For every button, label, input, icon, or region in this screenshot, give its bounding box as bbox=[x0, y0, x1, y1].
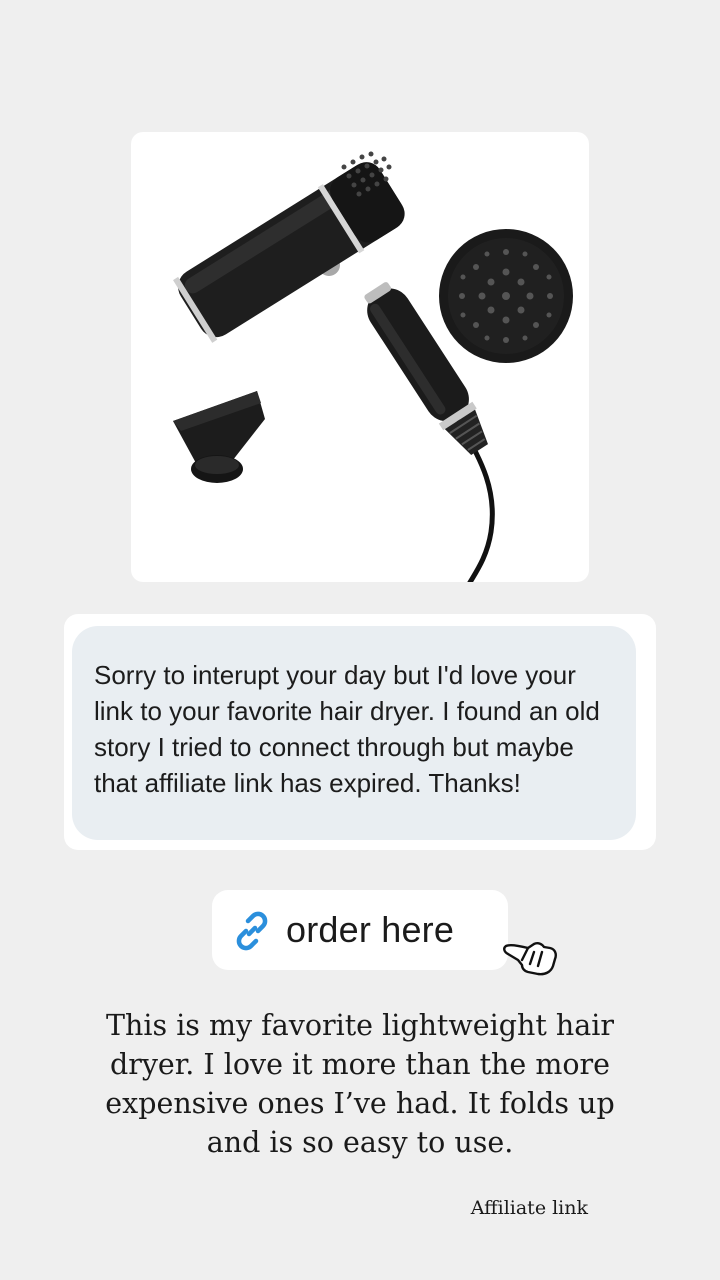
message-bubble: Sorry to interupt your day but I'd love … bbox=[72, 626, 636, 840]
hair-dryer-image bbox=[173, 151, 573, 582]
order-link-sticker[interactable]: order here bbox=[212, 890, 508, 970]
order-link-label[interactable]: order here bbox=[286, 908, 454, 952]
link-icon bbox=[236, 911, 268, 951]
message-card: Sorry to interupt your day but I'd love … bbox=[64, 614, 656, 850]
pointing-hand-icon bbox=[503, 942, 557, 976]
message-text: Sorry to interupt your day but I'd love … bbox=[94, 660, 600, 798]
affiliate-disclosure: Affiliate link bbox=[470, 1197, 588, 1219]
caption-text: This is my favorite lightweight hair dry… bbox=[105, 1009, 615, 1159]
product-image-card bbox=[131, 132, 589, 582]
